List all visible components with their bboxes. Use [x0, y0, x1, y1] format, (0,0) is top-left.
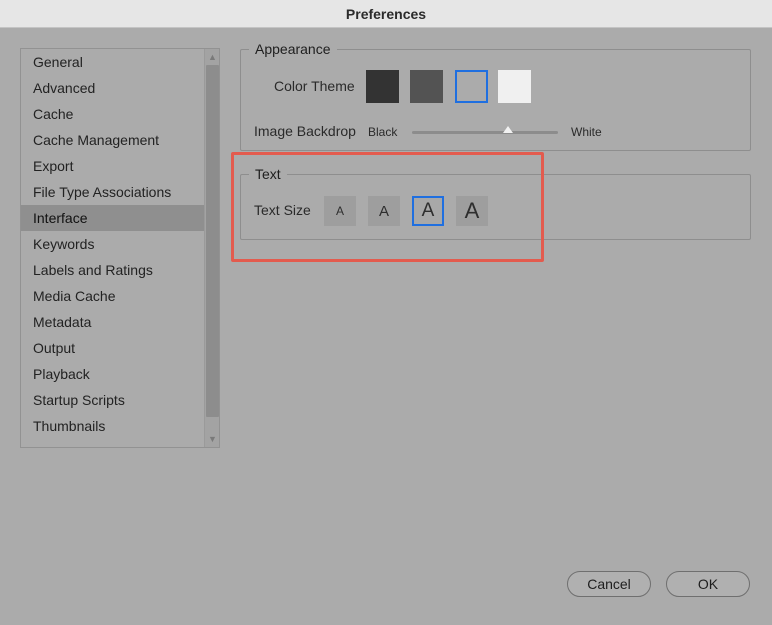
color-theme-label: Color Theme: [274, 78, 355, 94]
image-backdrop-slider[interactable]: [412, 131, 558, 134]
backdrop-min-label: Black: [368, 125, 398, 139]
theme-swatch-dark[interactable]: [410, 70, 443, 103]
sidebar-item-file-type-associations[interactable]: File Type Associations: [21, 179, 205, 205]
text-size-label: Text Size: [254, 202, 311, 218]
text-group: Text Text Size A A A A: [240, 166, 751, 240]
window-title: Preferences: [345, 5, 427, 22]
sidebar-item-media-cache[interactable]: Media Cache: [21, 283, 205, 309]
sidebar-item-startup-scripts[interactable]: Startup Scripts: [21, 387, 205, 413]
sidebar-item-labels-and-ratings[interactable]: Labels and Ratings: [21, 257, 205, 283]
scroll-down-icon[interactable]: ▼: [205, 432, 219, 446]
window-title-bar: Preferences: [0, 0, 772, 28]
sidebar-item-general[interactable]: General: [21, 49, 205, 75]
appearance-legend: Appearance: [249, 41, 337, 57]
backdrop-max-label: White: [571, 125, 602, 139]
text-size-large-glyph: A: [464, 198, 480, 223]
text-legend: Text: [249, 166, 287, 182]
text-size-small-button[interactable]: A: [368, 196, 400, 226]
sidebar-item-keywords[interactable]: Keywords: [21, 231, 205, 257]
text-size-medium-glyph: A: [421, 200, 435, 221]
sidebar-scrollbar[interactable]: ▲ ▼: [204, 49, 219, 447]
sidebar-item-interface[interactable]: Interface: [21, 205, 205, 231]
scrollbar-thumb[interactable]: [206, 65, 219, 417]
text-size-smallest-glyph: A: [335, 204, 344, 218]
sidebar-item-cache-management[interactable]: Cache Management: [21, 127, 205, 153]
sidebar-item-output[interactable]: Output: [21, 335, 205, 361]
text-size-large-button[interactable]: A: [456, 196, 488, 226]
sidebar-item-metadata[interactable]: Metadata: [21, 309, 205, 335]
appearance-group: Appearance Color Theme Image Backdrop Bl…: [240, 41, 751, 151]
text-size-medium-button[interactable]: A: [412, 196, 444, 226]
sidebar-item-thumbnails[interactable]: Thumbnails: [21, 413, 205, 439]
theme-swatch-darkest[interactable]: [366, 70, 399, 103]
preferences-content: General Advanced Cache Cache Management …: [0, 28, 772, 625]
theme-swatch-medium[interactable]: [455, 70, 488, 103]
sidebar-item-export[interactable]: Export: [21, 153, 205, 179]
ok-button[interactable]: OK: [666, 571, 750, 597]
sidebar-item-cache[interactable]: Cache: [21, 101, 205, 127]
image-backdrop-label: Image Backdrop: [254, 123, 356, 139]
category-list: General Advanced Cache Cache Management …: [21, 49, 205, 439]
theme-swatch-light[interactable]: [498, 70, 531, 103]
scroll-up-icon[interactable]: ▲: [205, 50, 219, 64]
image-backdrop-slider-thumb[interactable]: [503, 126, 513, 133]
sidebar-item-playback[interactable]: Playback: [21, 361, 205, 387]
cancel-button[interactable]: Cancel: [567, 571, 651, 597]
text-size-small-glyph: A: [378, 202, 389, 220]
text-size-smallest-button[interactable]: A: [324, 196, 356, 226]
sidebar-item-advanced[interactable]: Advanced: [21, 75, 205, 101]
preferences-sidebar: General Advanced Cache Cache Management …: [20, 48, 220, 448]
